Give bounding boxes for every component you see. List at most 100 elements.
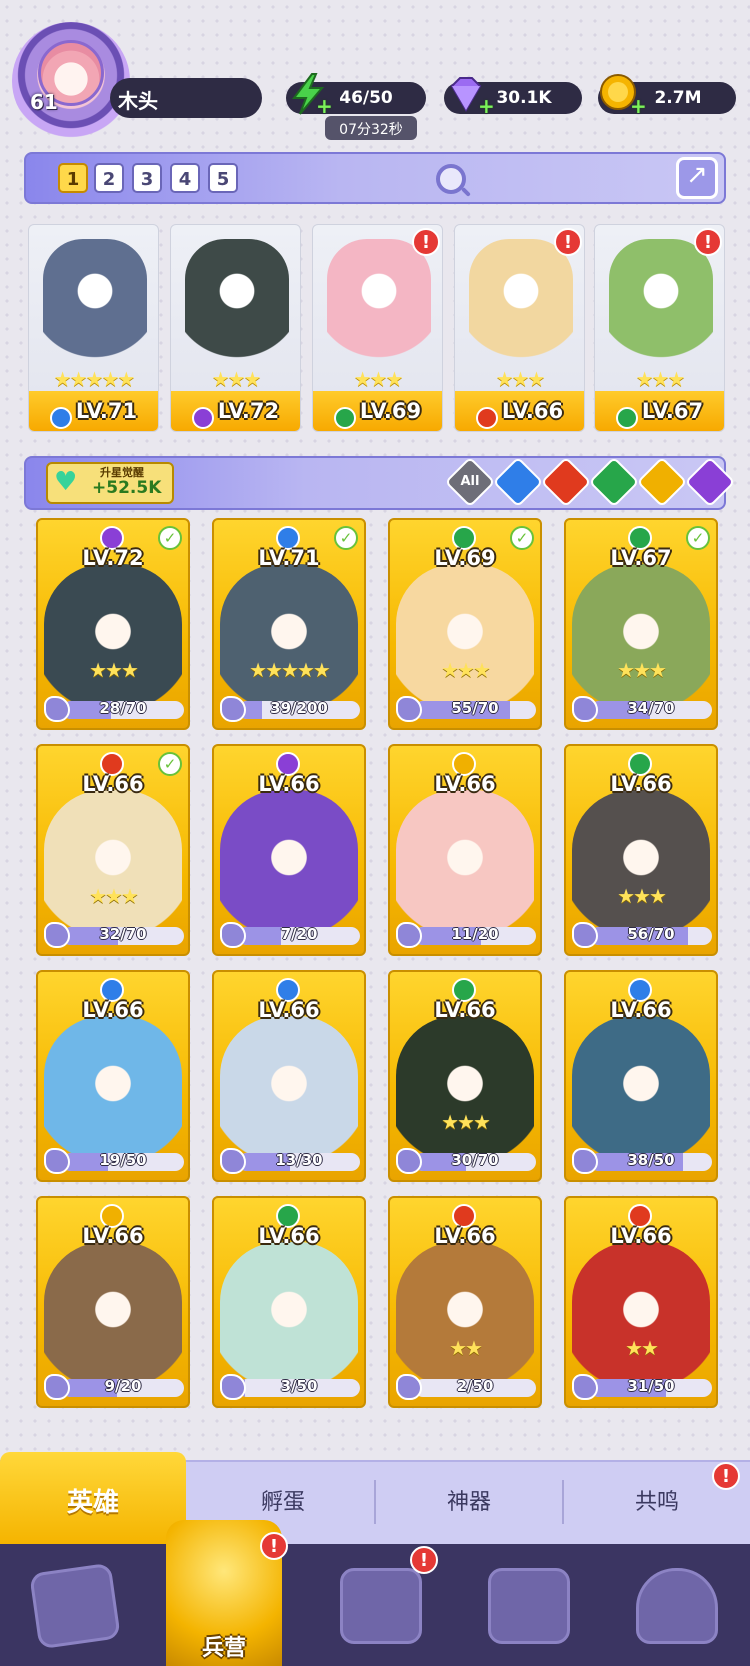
hero-card[interactable]: LV.66 11/20 <box>388 744 542 956</box>
team-bar <box>24 152 726 204</box>
hero-card[interactable]: LV.66 13/30 <box>212 970 366 1182</box>
hero-stars: ★★★ <box>617 658 667 682</box>
element-icon <box>49 406 72 429</box>
fragment-count: 11/20 <box>451 925 499 943</box>
hero-level: LV.67 <box>610 546 672 570</box>
fragment-count: 13/30 <box>275 1151 323 1169</box>
fragment-progress: 7/20 <box>220 922 360 948</box>
fragment-progress: 2/50 <box>396 1374 536 1400</box>
filter-label <box>694 466 726 498</box>
fragment-count: 30/70 <box>451 1151 499 1169</box>
fragment-count: 34/70 <box>627 699 675 717</box>
hero-card[interactable]: LV.66 ★★★ 56/70 <box>564 744 718 956</box>
hero-level: LV.66 <box>258 772 320 796</box>
team-hero-card[interactable]: ★★★ LV.72 <box>170 224 301 432</box>
tab-heroes[interactable]: 英雄 <box>0 1452 186 1544</box>
map-book-icon[interactable] <box>340 1568 422 1644</box>
map-alert-icon: ! <box>410 1546 438 1574</box>
nav-barracks-label: 兵营 <box>201 1636 246 1661</box>
hero-portrait-icon <box>43 239 147 369</box>
hero-level: LV.66 <box>82 998 144 1022</box>
hero-card[interactable]: LV.66 ★★ 31/50 <box>564 1196 718 1408</box>
barracks-alert-icon: ! <box>260 1532 288 1560</box>
fragment-count: 31/50 <box>627 1377 675 1395</box>
hero-card[interactable]: LV.66 ★★ 2/50 <box>388 1196 542 1408</box>
hero-stars: ★★★ <box>89 658 139 682</box>
hero-level: LV.71 <box>258 546 320 570</box>
hero-card[interactable]: LV.66 7/20 <box>212 744 366 956</box>
hero-level: LV.66 <box>258 998 320 1022</box>
hero-stars: ★★★ <box>495 367 546 391</box>
hero-portrait-icon <box>220 1016 358 1166</box>
hero-level-bar: LV.72 <box>171 391 300 431</box>
alert-icon: ! <box>694 228 722 256</box>
hero-portrait-icon <box>396 1242 534 1392</box>
fragment-count: 38/50 <box>627 1151 675 1169</box>
tab-artifacts[interactable]: 神器 <box>376 1484 562 1516</box>
element-icon <box>615 406 638 429</box>
hero-card[interactable]: LV.66 38/50 <box>564 970 718 1182</box>
hero-stars: ★★★ <box>617 884 667 908</box>
hero-card[interactable]: ✓ LV.72 ★★★ 28/70 <box>36 518 190 730</box>
mushroom-house-icon[interactable] <box>636 1568 718 1644</box>
hero-card[interactable]: LV.66 9/20 <box>36 1196 190 1408</box>
hero-card[interactable]: LV.66 3/50 <box>212 1196 366 1408</box>
hero-card[interactable]: ✓ LV.69 ★★★ 55/70 <box>388 518 542 730</box>
temple-icon[interactable] <box>488 1568 570 1644</box>
hero-stars: ★★★ <box>635 367 686 391</box>
hero-portrait-icon <box>469 239 573 369</box>
hero-portrait-icon <box>220 790 358 940</box>
fragment-count: 7/20 <box>280 925 318 943</box>
hero-level: LV.66 <box>82 1224 144 1248</box>
fragment-count: 9/20 <box>104 1377 142 1395</box>
fragment-count: 2/50 <box>456 1377 494 1395</box>
team-tab-5[interactable]: 5 <box>208 163 238 193</box>
heart-icon: ♥ <box>54 467 78 497</box>
fragment-progress: 32/70 <box>44 922 184 948</box>
hero-card[interactable]: LV.66 ★★★ 30/70 <box>388 970 542 1182</box>
fragment-progress: 9/20 <box>44 1374 184 1400</box>
hero-portrait-icon <box>572 564 710 714</box>
search-icon[interactable] <box>436 164 466 194</box>
hero-portrait-icon <box>572 790 710 940</box>
hero-card[interactable]: LV.66 19/50 <box>36 970 190 1182</box>
hero-portrait-icon <box>396 790 534 940</box>
hero-level-bar: LV.71 <box>29 391 158 431</box>
gem-plus-icon[interactable]: + <box>478 96 495 116</box>
fragment-progress: 30/70 <box>396 1148 536 1174</box>
hero-card[interactable]: ✓ LV.71 ★★★★★ 39/200 <box>212 518 366 730</box>
star-awaken-value: +52.5K <box>92 478 162 498</box>
hero-level-bar: LV.66 <box>455 391 584 431</box>
team-tab-2[interactable]: 2 <box>94 163 124 193</box>
player-name[interactable]: 木头 <box>110 78 262 118</box>
energy-plus-icon[interactable]: + <box>316 96 333 116</box>
fragment-progress: 31/50 <box>572 1374 712 1400</box>
hero-level: LV.66 <box>434 772 496 796</box>
hero-level: LV.69 <box>359 399 422 423</box>
gold-plus-icon[interactable]: + <box>630 96 647 116</box>
fragment-count: 55/70 <box>451 699 499 717</box>
hero-portrait-icon <box>44 1242 182 1392</box>
hero-level: LV.66 <box>610 1224 672 1248</box>
hero-stars: ★★★ <box>353 367 404 391</box>
hero-level: LV.66 <box>258 1224 320 1248</box>
team-tab-4[interactable]: 4 <box>170 163 200 193</box>
hero-card[interactable]: ✓ LV.67 ★★★ 34/70 <box>564 518 718 730</box>
team-hero-card[interactable]: ★★★★★ LV.71 <box>28 224 159 432</box>
hero-stars: ★★★ <box>211 367 262 391</box>
hero-level-bar: LV.67 <box>595 391 724 431</box>
filter-label <box>598 466 630 498</box>
hero-card[interactable]: ✓ LV.66 ★★★ 32/70 <box>36 744 190 956</box>
tab-hatch[interactable]: 孵蛋 <box>190 1484 376 1516</box>
fragment-progress: 34/70 <box>572 696 712 722</box>
hero-stars: ★★ <box>449 1336 483 1360</box>
hero-portrait-icon <box>220 1242 358 1392</box>
share-icon[interactable]: ↗ <box>676 157 718 199</box>
hero-portrait-icon <box>609 239 713 369</box>
hero-stars: ★★★★★ <box>53 367 136 391</box>
team-tab-3[interactable]: 3 <box>132 163 162 193</box>
cards-icon[interactable] <box>29 1562 121 1650</box>
hero-stars: ★★★ <box>441 658 491 682</box>
hero-portrait-icon <box>220 564 358 714</box>
team-tab-1[interactable]: 1 <box>58 163 88 193</box>
